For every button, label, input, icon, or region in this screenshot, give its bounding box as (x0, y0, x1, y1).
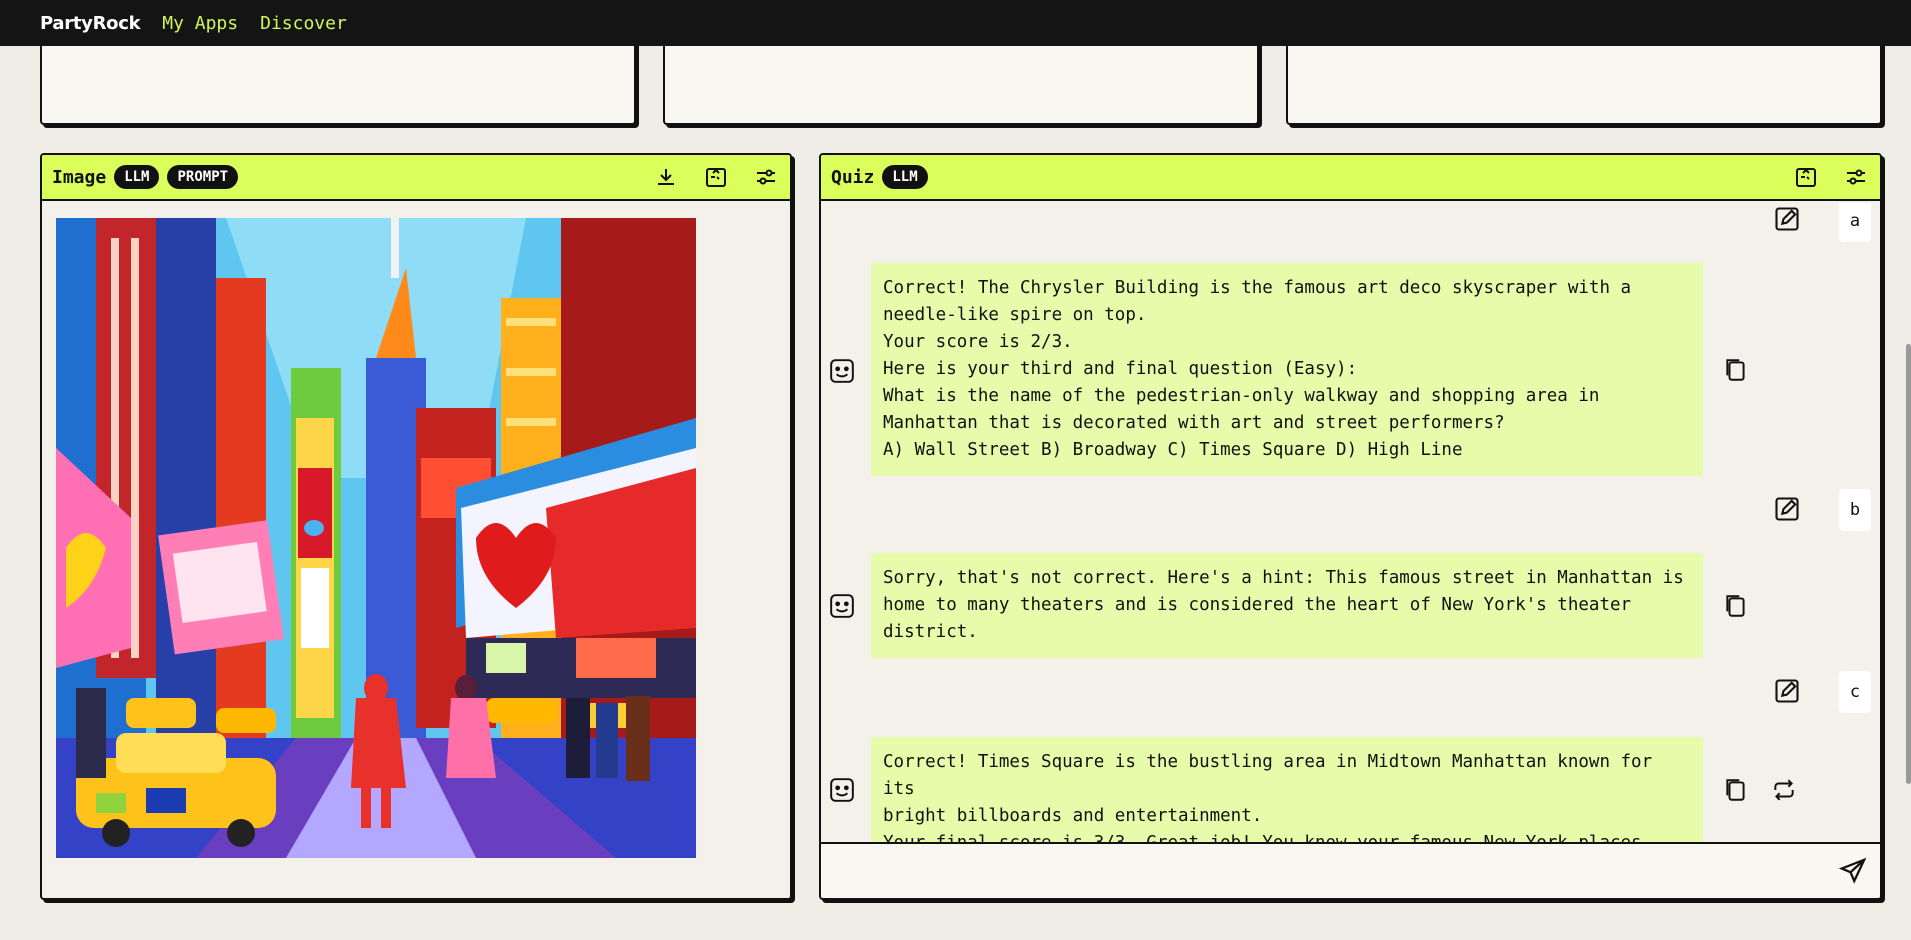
user-message: a (1839, 203, 1871, 242)
llm-badge: LLM (114, 165, 160, 189)
image-widget: Image LLM PROMPT (40, 153, 792, 900)
edit-message-icon[interactable] (1773, 677, 1801, 705)
download-icon[interactable] (652, 163, 680, 191)
user-message: b (1839, 489, 1871, 531)
assistant-avatar-icon (830, 359, 854, 383)
chat-input-bar (821, 842, 1880, 898)
page-scrollbar[interactable] (1906, 344, 1911, 784)
image-widget-title: Image (52, 166, 107, 188)
chat-input[interactable] (831, 854, 1791, 888)
settings-sliders-icon[interactable] (1842, 163, 1870, 191)
nav-my-apps[interactable]: My Apps (162, 13, 238, 34)
chat-history[interactable]: a Correct! The Chrysler Building is the … (821, 203, 1880, 842)
brand-logo[interactable]: PartyRock (40, 13, 141, 34)
generated-image (56, 218, 696, 858)
llm-badge: LLM (882, 165, 928, 189)
assistant-avatar-icon (830, 594, 854, 618)
top-nav: PartyRock My Apps Discover (0, 0, 1911, 46)
edit-prompt-icon[interactable] (702, 163, 730, 191)
widget-card-partial-1 (40, 40, 636, 125)
assistant-message: Correct! Times Square is the bustling ar… (871, 737, 1703, 842)
copy-icon[interactable] (1723, 357, 1749, 383)
quiz-widget: Quiz LLM a Correct! The Chrysler Buildin… (819, 153, 1882, 900)
widget-card-partial-3 (1286, 40, 1882, 125)
edit-message-icon[interactable] (1773, 495, 1801, 523)
copy-icon[interactable] (1723, 593, 1749, 619)
quiz-widget-header: Quiz LLM (821, 155, 1880, 201)
assistant-avatar-icon (830, 778, 854, 802)
edit-message-icon[interactable] (1773, 205, 1801, 233)
edit-prompt-icon[interactable] (1792, 163, 1820, 191)
assistant-message: Sorry, that's not correct. Here's a hint… (871, 553, 1703, 658)
settings-sliders-icon[interactable] (752, 163, 780, 191)
prompt-badge: PROMPT (167, 165, 239, 189)
quiz-widget-title: Quiz (831, 166, 875, 188)
widget-card-partial-2 (663, 40, 1259, 125)
image-widget-header: Image LLM PROMPT (42, 155, 790, 201)
regenerate-icon[interactable] (1771, 777, 1797, 803)
nav-discover[interactable]: Discover (260, 13, 347, 34)
user-message: c (1839, 671, 1871, 713)
assistant-message: Correct! The Chrysler Building is the fa… (871, 263, 1703, 476)
copy-icon[interactable] (1723, 777, 1749, 803)
send-icon[interactable] (1838, 856, 1868, 886)
